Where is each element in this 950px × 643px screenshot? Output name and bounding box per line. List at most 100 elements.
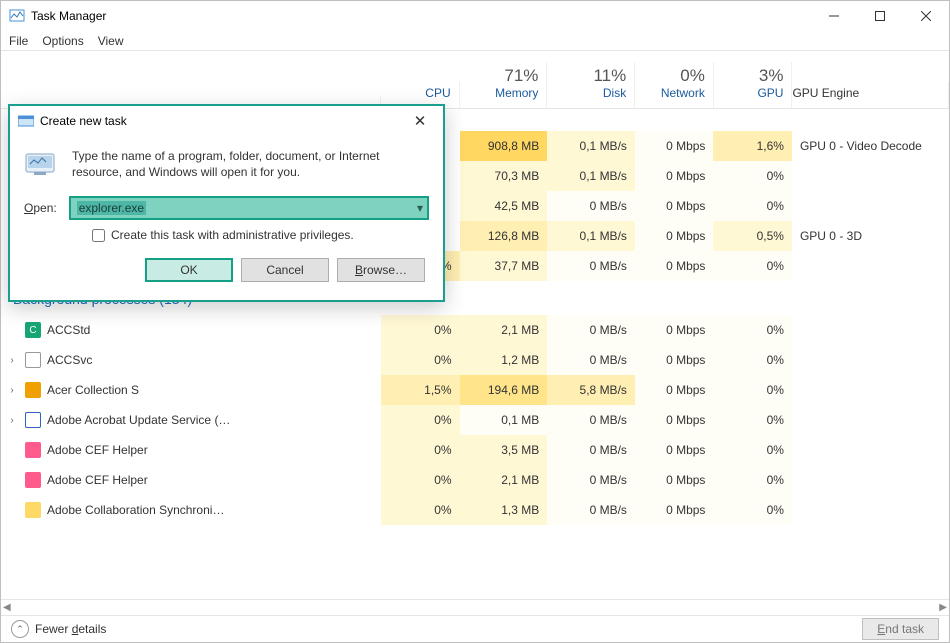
process-row[interactable]: Adobe CEF Helper0%3,5 MB0 MB/s0 Mbps0% <box>1 435 949 465</box>
col-disk[interactable]: 11% Disk <box>547 62 635 108</box>
gpu-engine-cell <box>792 465 949 495</box>
titlebar[interactable]: Task Manager <box>1 1 949 31</box>
metric-cell: 0 Mbps <box>635 161 714 191</box>
fewer-details-button[interactable]: ⌃ Fewer details <box>11 620 106 638</box>
metric-cell: 2,1 MB <box>460 465 548 495</box>
ok-button[interactable]: OK <box>145 258 233 282</box>
footer: ⌃ Fewer details End task <box>1 615 949 642</box>
metric-cell: 0 Mbps <box>635 405 714 435</box>
metric-cell: 0% <box>381 315 460 345</box>
gpu-engine-cell: GPU 0 - 3D <box>792 221 949 251</box>
process-icon <box>25 382 41 398</box>
metric-cell: 0% <box>713 191 792 221</box>
col-gpu-engine[interactable]: GPU Engine <box>792 82 949 108</box>
process-row[interactable]: ›Acer Collection S1,5%194,6 MB5,8 MB/s0 … <box>1 375 949 405</box>
metric-cell: 1,2 MB <box>460 345 548 375</box>
metric-cell: 0% <box>713 345 792 375</box>
horizontal-scrollbar[interactable]: ◀ ▶ <box>1 599 949 615</box>
menu-options[interactable]: Options <box>42 34 83 48</box>
minimize-button[interactable] <box>811 1 857 31</box>
browse-button[interactable]: Browse… <box>337 258 425 282</box>
open-combobox[interactable]: explorer.exe ▾ <box>69 196 429 220</box>
gpu-pct: 3% <box>714 66 784 86</box>
process-name-cell: Adobe Collaboration Synchroni… <box>1 495 381 525</box>
process-row[interactable]: CACCStd0%2,1 MB0 MB/s0 Mbps0% <box>1 315 949 345</box>
gpu-engine-cell <box>792 315 949 345</box>
expand-icon[interactable]: › <box>5 355 19 366</box>
metric-cell: 0% <box>381 345 460 375</box>
metric-cell: 1,5% <box>381 375 460 405</box>
metric-cell: 0 MB/s <box>547 345 635 375</box>
process-name: Adobe CEF Helper <box>47 443 148 457</box>
dialog-titlebar[interactable]: Create new task ✕ <box>10 106 443 136</box>
end-task-button[interactable]: End task <box>862 618 939 640</box>
close-button[interactable] <box>903 1 949 31</box>
disk-label: Disk <box>547 86 626 100</box>
process-name: Adobe Acrobat Update Service (… <box>47 413 230 427</box>
metric-cell: 0% <box>381 405 460 435</box>
col-gpu[interactable]: 3% GPU <box>714 62 793 108</box>
expand-icon[interactable]: › <box>5 385 19 396</box>
col-memory[interactable]: 71% Memory <box>460 62 548 108</box>
cpu-label: CPU <box>381 86 451 100</box>
metric-cell: 0% <box>381 495 460 525</box>
engine-label: GPU Engine <box>792 86 940 100</box>
expand-icon[interactable]: › <box>5 415 19 426</box>
memory-pct: 71% <box>460 66 539 86</box>
metric-cell: 0 Mbps <box>635 131 714 161</box>
process-row[interactable]: ›ACCSvc0%1,2 MB0 MB/s0 Mbps0% <box>1 345 949 375</box>
metric-cell: 0% <box>713 435 792 465</box>
process-name-cell: ›Acer Collection S <box>1 375 381 405</box>
metric-cell: 1,6% <box>713 131 792 161</box>
metric-cell: 0% <box>713 495 792 525</box>
metric-cell: 3,5 MB <box>460 435 548 465</box>
process-name-cell: ›ACCSvc <box>1 345 381 375</box>
metric-cell: 0 Mbps <box>635 435 714 465</box>
metric-cell: 0% <box>713 405 792 435</box>
metric-cell: 0% <box>713 375 792 405</box>
metric-cell: 0 Mbps <box>635 495 714 525</box>
dialog-description: Type the name of a program, folder, docu… <box>72 148 392 180</box>
cancel-button[interactable]: Cancel <box>241 258 329 282</box>
process-name: ACCStd <box>47 323 90 337</box>
scroll-right-icon[interactable]: ▶ <box>939 602 947 613</box>
process-row[interactable]: Adobe CEF Helper0%2,1 MB0 MB/s0 Mbps0% <box>1 465 949 495</box>
metric-cell: 0 Mbps <box>635 315 714 345</box>
process-icon <box>25 412 41 428</box>
col-network[interactable]: 0% Network <box>635 62 714 108</box>
window-title: Task Manager <box>31 9 811 23</box>
admin-checkbox[interactable] <box>92 229 105 242</box>
run-program-icon <box>24 148 60 178</box>
gpu-engine-cell <box>792 251 949 281</box>
metric-cell: 908,8 MB <box>460 131 548 161</box>
process-row[interactable]: ›Adobe Acrobat Update Service (…0%0,1 MB… <box>1 405 949 435</box>
menu-view[interactable]: View <box>98 34 124 48</box>
metric-cell: 0% <box>381 465 460 495</box>
run-dialog-icon <box>18 113 34 129</box>
metric-cell: 0 Mbps <box>635 191 714 221</box>
metric-cell: 0,1 MB/s <box>547 131 635 161</box>
process-icon <box>25 502 41 518</box>
metric-cell: 0% <box>713 161 792 191</box>
menu-file[interactable]: File <box>9 34 28 48</box>
process-name-cell: Adobe CEF Helper <box>1 465 381 495</box>
gpu-engine-cell <box>792 375 949 405</box>
dialog-close-button[interactable]: ✕ <box>405 112 435 130</box>
maximize-button[interactable] <box>857 1 903 31</box>
process-name: Adobe Collaboration Synchroni… <box>47 503 224 517</box>
metric-cell: 1,3 MB <box>460 495 548 525</box>
dialog-title: Create new task <box>40 114 405 128</box>
memory-label: Memory <box>460 86 539 100</box>
metric-cell: 0 MB/s <box>547 495 635 525</box>
metric-cell: 0 Mbps <box>635 375 714 405</box>
metric-cell: 5,8 MB/s <box>547 375 635 405</box>
admin-checkbox-row[interactable]: Create this task with administrative pri… <box>92 228 429 242</box>
network-label: Network <box>635 86 705 100</box>
network-pct: 0% <box>635 66 705 86</box>
process-name-cell: CACCStd <box>1 315 381 345</box>
scroll-left-icon[interactable]: ◀ <box>3 602 11 613</box>
metric-cell: 0% <box>713 315 792 345</box>
process-row[interactable]: Adobe Collaboration Synchroni…0%1,3 MB0 … <box>1 495 949 525</box>
process-icon <box>25 472 41 488</box>
dropdown-icon[interactable]: ▾ <box>417 201 423 215</box>
